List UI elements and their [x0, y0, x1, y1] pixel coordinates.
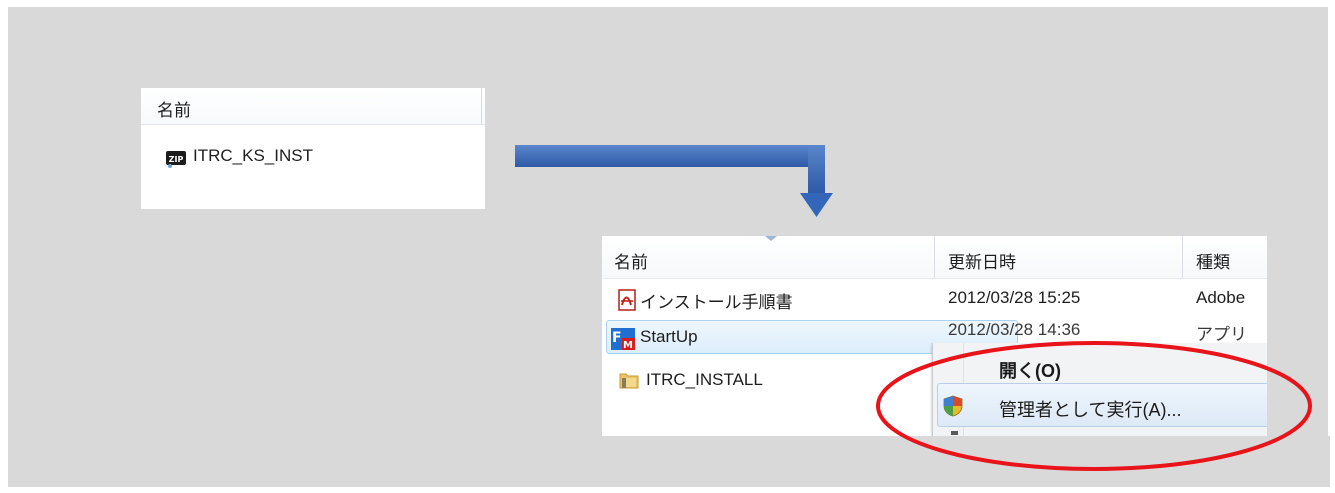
file-row[interactable]: インストール手順書 2012/03/28 15:25 Adobe: [602, 282, 1267, 316]
file-name: インストール手順書: [640, 293, 793, 312]
svg-text:ZIP: ZIP: [169, 155, 184, 164]
column-type-header[interactable]: 種類: [1196, 248, 1230, 273]
folder-name: ITRC_INSTALL: [646, 370, 763, 389]
zip-explorer-panel: 名前 ZIP ITRC_KS_INST: [141, 88, 485, 209]
highlight-ellipse: [876, 341, 1312, 471]
file-date: 2012/03/28 15:25: [948, 288, 1081, 307]
svg-text:M: M: [623, 340, 633, 351]
column-name-header[interactable]: 名前: [614, 248, 648, 273]
column-header: 名前: [141, 88, 485, 125]
sort-indicator-icon: [765, 236, 777, 241]
pdf-icon: [618, 289, 636, 311]
column-separator[interactable]: [1182, 236, 1183, 278]
flow-arrow-icon: [515, 145, 833, 217]
folder-icon: [619, 373, 639, 389]
column-header: 名前 更新日時 種類: [602, 236, 1267, 279]
column-separator[interactable]: [481, 88, 482, 124]
column-separator[interactable]: [934, 236, 935, 278]
zip-file-name: ITRC_KS_INST: [193, 146, 313, 165]
column-name-header[interactable]: 名前: [157, 96, 191, 121]
zip-file-icon: ZIP: [166, 151, 186, 168]
zip-file-row[interactable]: ZIP ITRC_KS_INST: [141, 138, 481, 178]
column-date-header[interactable]: 更新日時: [948, 248, 1016, 273]
file-type: Adobe: [1196, 288, 1246, 307]
svg-text:F: F: [612, 330, 622, 346]
app-icon: F M: [611, 328, 635, 351]
file-name: StartUp: [640, 327, 698, 346]
